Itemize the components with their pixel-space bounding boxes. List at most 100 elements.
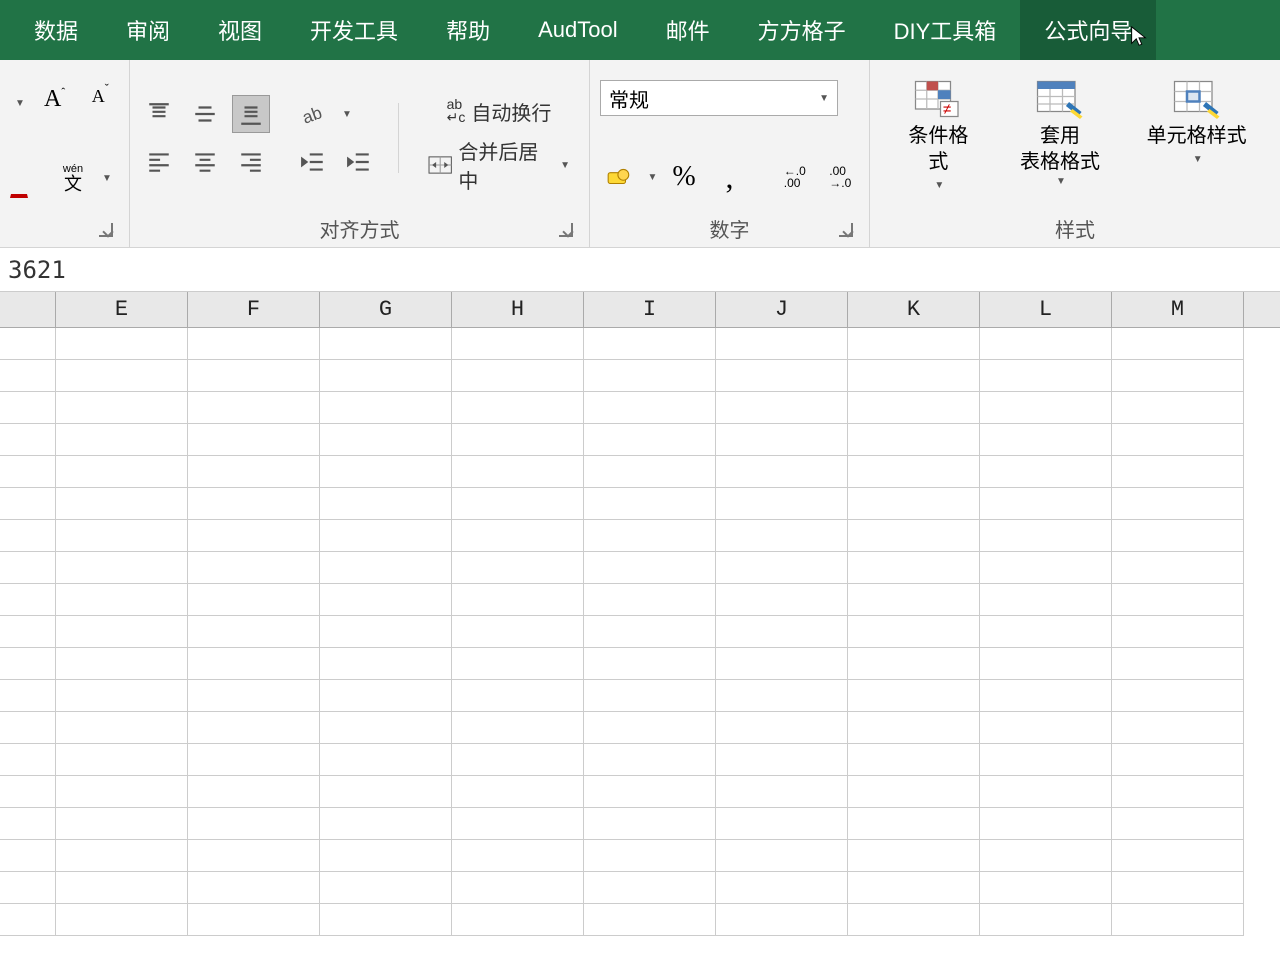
cell[interactable] (848, 456, 980, 488)
cell[interactable] (452, 552, 584, 584)
cell[interactable] (56, 872, 188, 904)
cell[interactable] (716, 648, 848, 680)
cell[interactable] (56, 712, 188, 744)
cell[interactable] (56, 360, 188, 392)
increase-font-button[interactable]: Aˆ (36, 85, 74, 123)
cell[interactable] (1112, 744, 1244, 776)
cell[interactable] (188, 744, 320, 776)
row-leading-cell[interactable] (0, 872, 56, 904)
cell[interactable] (452, 360, 584, 392)
formula-bar[interactable]: 3621 (0, 248, 1280, 292)
cell[interactable] (848, 616, 980, 648)
cell[interactable] (56, 424, 188, 456)
chevron-down-icon[interactable]: ▼ (647, 172, 657, 183)
cell[interactable] (320, 712, 452, 744)
cell[interactable] (584, 680, 716, 712)
conditional-format-button[interactable]: ≠ 条件格式 ▼ (893, 72, 983, 199)
cell[interactable] (848, 680, 980, 712)
comma-button[interactable]: , (711, 158, 748, 196)
wrap-text-button[interactable]: ab↵c 自动换行 (419, 89, 579, 133)
cell[interactable] (716, 520, 848, 552)
font-color-button[interactable] (10, 160, 28, 198)
number-format-dropdown[interactable]: 常规 ▼ (600, 80, 838, 116)
decrease-decimal-button[interactable]: .00→.0 (822, 158, 859, 196)
cell[interactable] (56, 520, 188, 552)
cell[interactable] (584, 584, 716, 616)
row-leading-cell[interactable] (0, 552, 56, 584)
cell[interactable] (716, 808, 848, 840)
cell[interactable] (56, 648, 188, 680)
cell[interactable] (716, 456, 848, 488)
cell[interactable] (56, 744, 188, 776)
cell[interactable] (188, 680, 320, 712)
row-leading-cell[interactable] (0, 392, 56, 424)
cell[interactable] (716, 712, 848, 744)
cell[interactable] (980, 328, 1112, 360)
cell[interactable] (584, 328, 716, 360)
cell[interactable] (56, 328, 188, 360)
menu-tab[interactable]: 帮助 (422, 0, 514, 60)
menu-tab[interactable]: 视图 (194, 0, 286, 60)
cell[interactable] (584, 776, 716, 808)
cell[interactable] (56, 392, 188, 424)
cell[interactable] (452, 328, 584, 360)
cell[interactable] (56, 680, 188, 712)
cell[interactable] (716, 552, 848, 584)
cell[interactable] (56, 776, 188, 808)
cell[interactable] (584, 424, 716, 456)
cell[interactable] (1112, 776, 1244, 808)
cell[interactable] (980, 808, 1112, 840)
align-top-button[interactable] (140, 95, 178, 133)
align-bottom-button[interactable] (232, 95, 270, 133)
cell[interactable] (980, 776, 1112, 808)
cell[interactable] (188, 488, 320, 520)
menu-tab[interactable]: 开发工具 (286, 0, 422, 60)
cell[interactable] (584, 392, 716, 424)
cell[interactable] (716, 840, 848, 872)
cell[interactable] (848, 904, 980, 936)
cell[interactable] (980, 648, 1112, 680)
dialog-launcher-icon[interactable] (839, 223, 853, 237)
cell[interactable] (980, 424, 1112, 456)
cell[interactable] (56, 488, 188, 520)
cell[interactable] (1112, 328, 1244, 360)
cell[interactable] (1112, 904, 1244, 936)
cell[interactable] (56, 616, 188, 648)
cell[interactable] (188, 776, 320, 808)
chevron-down-icon[interactable]: ▼ (102, 173, 112, 184)
cell[interactable] (56, 456, 188, 488)
menu-tab[interactable]: 邮件 (642, 0, 734, 60)
cell-styles-button[interactable]: 单元格样式 ▼ (1137, 72, 1257, 173)
cell[interactable] (1112, 712, 1244, 744)
cell[interactable] (716, 584, 848, 616)
cell[interactable] (320, 840, 452, 872)
cell[interactable] (584, 744, 716, 776)
cell[interactable] (584, 552, 716, 584)
increase-indent-button[interactable] (340, 143, 378, 181)
cell[interactable] (452, 872, 584, 904)
menu-tab[interactable]: 审阅 (102, 0, 194, 60)
align-center-button[interactable] (186, 143, 224, 181)
dialog-launcher-icon[interactable] (559, 223, 573, 237)
row-leading-cell[interactable] (0, 584, 56, 616)
cell[interactable] (188, 584, 320, 616)
cell[interactable] (848, 552, 980, 584)
row-leading-cell[interactable] (0, 904, 56, 936)
cell[interactable] (56, 840, 188, 872)
menu-tab[interactable]: 公式向导 (1020, 0, 1156, 60)
cell[interactable] (320, 424, 452, 456)
cell[interactable] (716, 328, 848, 360)
cell[interactable] (320, 680, 452, 712)
cell[interactable] (584, 520, 716, 552)
cell[interactable] (848, 712, 980, 744)
cell[interactable] (188, 552, 320, 584)
row-leading-cell[interactable] (0, 840, 56, 872)
cell[interactable] (716, 776, 848, 808)
decrease-font-button[interactable]: Aˇ (81, 85, 119, 123)
cell[interactable] (188, 616, 320, 648)
column-header[interactable]: I (584, 292, 716, 327)
cell[interactable] (584, 648, 716, 680)
cell[interactable] (848, 584, 980, 616)
cell[interactable] (188, 712, 320, 744)
cell[interactable] (848, 872, 980, 904)
